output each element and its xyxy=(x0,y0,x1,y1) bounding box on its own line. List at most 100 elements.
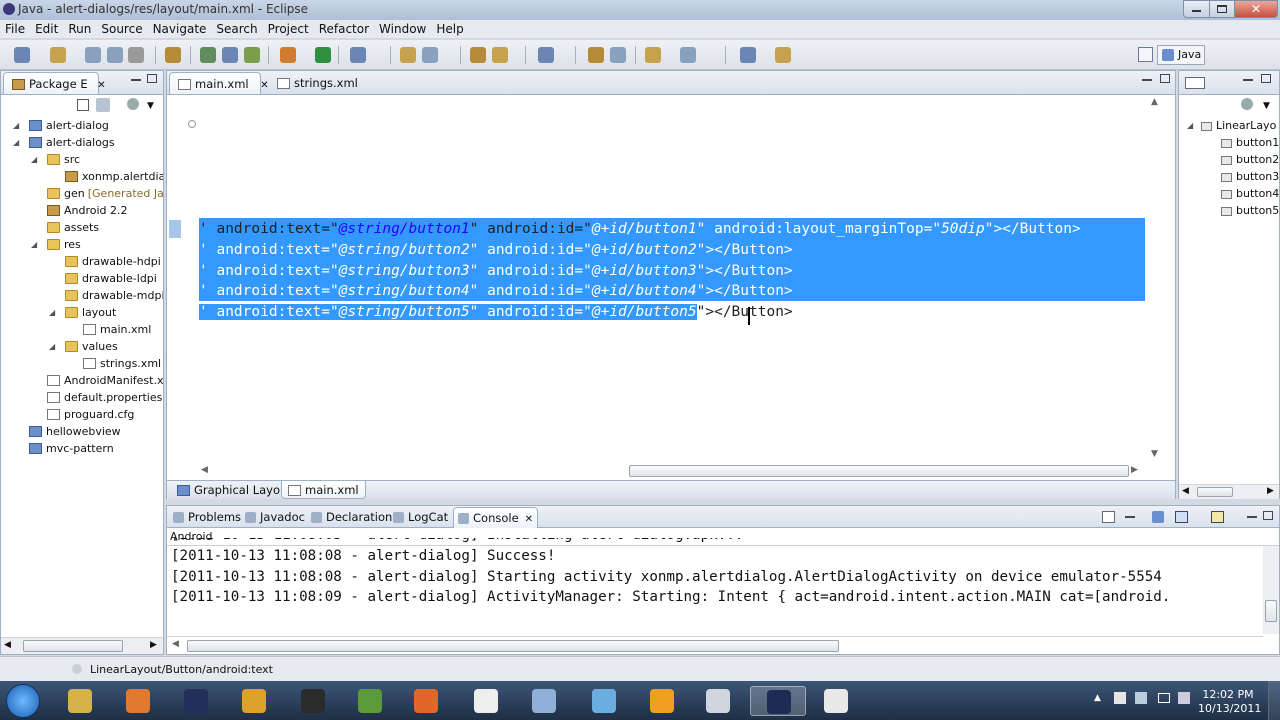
tree-expand-icon[interactable]: ◢ xyxy=(31,151,37,168)
prev-annotation-icon[interactable] xyxy=(610,47,626,63)
tree-expand-icon[interactable]: ◢ xyxy=(49,304,55,321)
scroll-thumb[interactable] xyxy=(629,465,1129,477)
taskbar-button[interactable] xyxy=(690,686,746,716)
minimize-panel-icon[interactable] xyxy=(1247,516,1257,518)
minimize-view-icon[interactable] xyxy=(1125,516,1135,518)
maximize-view-icon[interactable] xyxy=(1160,74,1170,83)
tree-item[interactable]: proguard.cfg xyxy=(1,406,163,423)
view-dropdown-icon[interactable]: ▼ xyxy=(1263,101,1270,111)
scroll-thumb[interactable] xyxy=(187,640,839,652)
pin-console-icon[interactable] xyxy=(1152,511,1164,523)
tree-expand-icon[interactable]: ◢ xyxy=(1187,117,1193,134)
tree-expand-icon[interactable]: ◢ xyxy=(31,236,37,253)
taskbar-button[interactable] xyxy=(750,686,806,716)
tab-logcat[interactable]: LogCat xyxy=(389,507,452,528)
outline-item[interactable]: button3 xyxy=(1179,168,1279,185)
run-icon[interactable] xyxy=(280,47,296,63)
tree-expand-icon[interactable]: ◢ xyxy=(13,117,19,134)
task-icon[interactable] xyxy=(492,47,508,63)
window-title-bar[interactable]: Java - alert-dialogs/res/layout/main.xml… xyxy=(0,0,1280,20)
menu-run[interactable]: Run xyxy=(63,22,96,36)
fold-marker-icon[interactable] xyxy=(188,120,196,128)
tab-graphical-layout[interactable]: Graphical Layout xyxy=(171,481,298,499)
link-editor-icon[interactable] xyxy=(96,98,110,112)
network-icon[interactable] xyxy=(1135,692,1147,704)
tree-item[interactable]: main.xml xyxy=(1,321,163,338)
outline-item[interactable]: ◢ LinearLayo xyxy=(1179,117,1279,134)
show-desktop-button[interactable] xyxy=(1268,681,1280,720)
scroll-left-arrow-icon[interactable]: ◀ xyxy=(201,465,208,475)
scroll-up-arrow-icon[interactable]: ▲ xyxy=(1151,97,1158,107)
tree-item[interactable]: assets xyxy=(1,219,163,236)
scroll-right-arrow-icon[interactable]: ▶ xyxy=(1267,486,1274,496)
perspective-java-button[interactable]: Java xyxy=(1157,45,1205,65)
new-package-icon[interactable] xyxy=(350,47,366,63)
maximize-view-icon[interactable] xyxy=(1261,74,1271,83)
tree-item[interactable]: hellowebview xyxy=(1,423,163,440)
print-icon[interactable] xyxy=(107,47,123,63)
menu-help[interactable]: Help xyxy=(431,22,468,36)
console-output[interactable]: [2011-10-13 11:08:05 - alert-dialog] Ins… xyxy=(171,538,1261,622)
tab-console[interactable]: Console ✕ xyxy=(453,507,539,528)
outline-tab-icon[interactable] xyxy=(1185,77,1205,89)
close-tab-icon[interactable]: ✕ xyxy=(97,80,105,91)
maximize-view-icon[interactable] xyxy=(147,74,157,83)
tree-item[interactable]: ◢ alert-dialog xyxy=(1,117,163,134)
scroll-left-arrow-icon[interactable]: ◀ xyxy=(1182,486,1189,496)
scroll-right-arrow-icon[interactable]: ▶ xyxy=(1131,465,1138,475)
menu-window[interactable]: Window xyxy=(374,22,431,36)
outline-item[interactable]: button2 xyxy=(1179,151,1279,168)
console-horizontal-scrollbar[interactable]: ◀ xyxy=(167,636,1263,654)
tree-item[interactable]: ◢ layout xyxy=(1,304,163,321)
search-icon[interactable] xyxy=(470,47,486,63)
taskbar-button[interactable] xyxy=(52,686,108,716)
tray-arrow-icon[interactable]: ▲ xyxy=(1094,693,1101,703)
taskbar-button[interactable] xyxy=(458,686,514,716)
explorer-horizontal-scrollbar[interactable]: ◀ ▶ xyxy=(1,637,163,654)
back-icon[interactable] xyxy=(680,47,696,63)
console-vertical-scrollbar[interactable] xyxy=(1263,546,1279,634)
tab-source-main-xml[interactable]: main.xml xyxy=(281,481,366,499)
tree-item[interactable]: strings.xml xyxy=(1,355,163,372)
open-perspective-icon[interactable] xyxy=(1138,47,1153,62)
history-icon[interactable] xyxy=(128,47,144,63)
open-type-icon[interactable] xyxy=(422,47,438,63)
run-ext-icon[interactable] xyxy=(315,47,331,63)
tree-item[interactable]: drawable-ldpi xyxy=(1,270,163,287)
taskbar-button[interactable] xyxy=(285,686,341,716)
taskbar-button[interactable] xyxy=(576,686,632,716)
volume-icon[interactable] xyxy=(1178,692,1190,704)
tree-item[interactable]: Android 2.2 xyxy=(1,202,163,219)
tree-expand-icon[interactable]: ◢ xyxy=(13,134,19,151)
clear-console-icon[interactable] xyxy=(1102,511,1115,523)
new-project-icon[interactable] xyxy=(222,47,238,63)
outline-horizontal-scrollbar[interactable]: ◀ ▶ xyxy=(1179,484,1279,499)
taskbar-button[interactable] xyxy=(398,686,454,716)
close-tab-icon[interactable]: ✕ xyxy=(525,514,533,525)
menu-search[interactable]: Search xyxy=(211,22,262,36)
close-button[interactable]: ✕ xyxy=(1234,0,1278,18)
tree-item[interactable]: mvc-pattern xyxy=(1,440,163,457)
taskbar-button[interactable] xyxy=(634,686,690,716)
tab-javadoc[interactable]: Javadoc xyxy=(241,507,309,528)
last-edit-icon[interactable] xyxy=(645,47,661,63)
tree-item[interactable]: drawable-mdpi xyxy=(1,287,163,304)
tab-main-xml[interactable]: main.xml ✕ xyxy=(169,72,269,94)
editor-vertical-scrollbar[interactable]: ▲ ▼ xyxy=(1147,97,1165,462)
tree-item[interactable]: xonmp.alertdialo xyxy=(1,168,163,185)
scroll-left-arrow-icon[interactable]: ◀ xyxy=(172,639,179,649)
tree-item[interactable]: ◢ src xyxy=(1,151,163,168)
view-menu-icon[interactable] xyxy=(127,98,139,110)
xml-source-text[interactable]: ' android:text="@string/button1" android… xyxy=(199,219,1081,323)
outline-item[interactable]: button4 xyxy=(1179,185,1279,202)
menu-navigate[interactable]: Navigate xyxy=(148,22,212,36)
menu-edit[interactable]: Edit xyxy=(30,22,63,36)
tree-item[interactable]: AndroidManifest.xm xyxy=(1,372,163,389)
close-tab-icon[interactable]: ✕ xyxy=(260,80,268,91)
taskbar-button[interactable] xyxy=(808,686,864,716)
tree-item[interactable]: gen[Generated Java xyxy=(1,185,163,202)
tree-item[interactable]: ◢ alert-dialogs xyxy=(1,134,163,151)
taskbar-button[interactable] xyxy=(516,686,572,716)
outline-item[interactable]: button1 xyxy=(1179,134,1279,151)
minimize-view-icon[interactable] xyxy=(1243,79,1253,81)
